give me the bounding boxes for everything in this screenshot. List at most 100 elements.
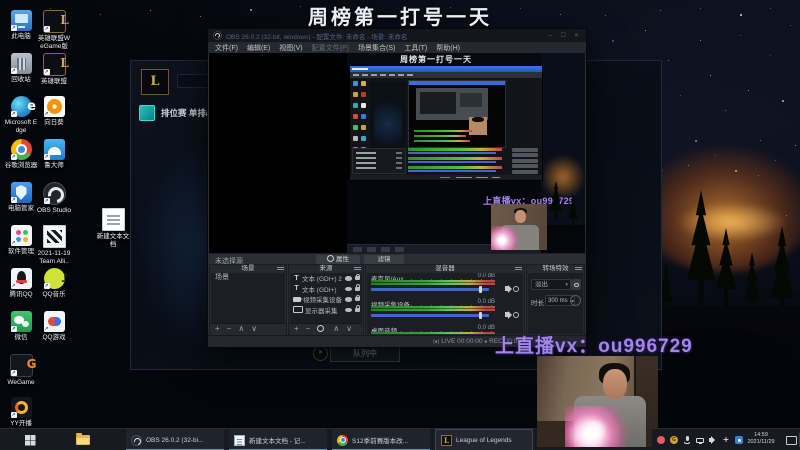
text-source-icon: T: [294, 285, 299, 293]
desktop-icon-yy[interactable]: ↗ YY开播: [4, 397, 38, 428]
scene-row[interactable]: 场景: [211, 273, 285, 283]
obs-menu-item-2[interactable]: 视图(V): [279, 43, 302, 53]
desktop-icon-text-file[interactable]: 新建文本文档: [96, 208, 130, 248]
mixer-dock: 混音器 麦克风/Aux0.0 dB视频采集设备0.0 dB桌面音频0.0 dB: [365, 264, 525, 336]
add-source-button[interactable]: +: [294, 324, 299, 334]
gear-icon[interactable]: [513, 311, 519, 318]
desktop-icon-pc-manager[interactable]: ↗ 电脑管家: [4, 182, 38, 213]
sources-dock-title: 来源: [319, 265, 333, 272]
dock-menu-icon[interactable]: [575, 267, 582, 271]
obs-titlebar[interactable]: OBS 26.0.2 (32-bit, windows) - 配置文件: 未命名…: [208, 29, 586, 42]
display-source-icon: [293, 306, 303, 314]
desktop-icon-ludashi[interactable]: ↗ 鲁大师: [37, 139, 71, 170]
close-icon[interactable]: ✕: [572, 32, 581, 39]
speaker-tray-icon[interactable]: [709, 436, 717, 444]
minimize-icon[interactable]: ─: [546, 33, 554, 39]
obs-menu-item-1[interactable]: 编辑(E): [247, 43, 270, 53]
lock-icon[interactable]: [355, 273, 360, 281]
obs-menu-item-4[interactable]: 场景集合(S): [358, 43, 395, 53]
add-scene-button[interactable]: +: [215, 324, 220, 334]
nested-obs-body: [350, 78, 542, 180]
slider-handle[interactable]: [479, 311, 482, 319]
desktop-icon-sunflower[interactable]: ↗ 向日葵: [37, 96, 71, 127]
obs-menu-item-5[interactable]: 工具(T): [404, 43, 427, 53]
visibility-eye-icon[interactable]: [345, 307, 352, 312]
video-file-icon: [42, 225, 66, 248]
taskbar-task-lol[interactable]: League of Legends: [435, 429, 533, 450]
visibility-eye-icon[interactable]: [345, 286, 352, 291]
taskbar-task-obs[interactable]: OBS 26.0.2 (32-bi...: [126, 429, 224, 450]
desktop-icon-wechat[interactable]: ↗ 微信: [4, 311, 38, 342]
remove-scene-button[interactable]: −: [227, 324, 232, 334]
desktop-icon-chrome[interactable]: ↗ 谷歌浏览器: [4, 139, 38, 170]
transition-select[interactable]: 淡出: [531, 279, 571, 290]
source-row[interactable]: 显示器采集: [290, 305, 362, 316]
volume-slider[interactable]: [371, 314, 489, 317]
maximize-icon[interactable]: ☐: [559, 32, 568, 39]
queue-cancel-icon[interactable]: ✕: [313, 346, 328, 361]
obs-menu-item-0[interactable]: 文件(F): [215, 43, 238, 53]
nested-mixer: [408, 148, 508, 174]
clock-date: 2021/11/29: [747, 439, 775, 445]
dock-menu-icon[interactable]: [354, 267, 361, 271]
scene-down-button[interactable]: ∨: [251, 324, 257, 334]
taskbar-clock[interactable]: 14:59 2021/11/29: [738, 432, 784, 446]
monitor-tray-icon[interactable]: [696, 437, 704, 444]
source-down-button[interactable]: ∨: [346, 324, 352, 334]
start-button[interactable]: [14, 429, 48, 450]
slider-handle[interactable]: [479, 285, 482, 293]
source-properties-button[interactable]: [317, 324, 326, 334]
volume-slider[interactable]: [371, 288, 489, 291]
sources-list: T 文本 (GDI+) 2 T 文本 (GDI+) 视频采集设备 显示器采集: [290, 273, 362, 324]
dock-menu-icon[interactable]: [515, 267, 522, 271]
mic-tray-icon[interactable]: [683, 436, 691, 444]
speaker-icon[interactable]: [505, 310, 512, 319]
desktop-icon-label: WeGame: [7, 379, 35, 386]
properties-button[interactable]: 属性: [316, 255, 360, 264]
desktop-icon-label: 软件管理: [8, 248, 34, 255]
obs-menu-item-6[interactable]: 帮助(H): [436, 43, 460, 53]
desktop-icon-label: 电脑管家: [8, 205, 34, 212]
desktop-icon-edge[interactable]: ↗ Microsoft Edge: [4, 96, 42, 134]
speaker-icon[interactable]: [505, 284, 512, 293]
visibility-eye-icon[interactable]: [345, 276, 352, 281]
lock-icon[interactable]: [355, 305, 360, 312]
source-row[interactable]: T 文本 (GDI+): [290, 284, 362, 295]
desktop-icon-video-file[interactable]: 2021-11-19 Team Alli..: [37, 225, 71, 265]
visibility-eye-icon[interactable]: [345, 297, 352, 302]
text-file-icon: [101, 208, 125, 231]
desktop-icon-qq[interactable]: ↗ 腾讯QQ: [4, 268, 38, 299]
plus-tray-icon[interactable]: [722, 436, 730, 444]
desktop-icon-qq-game[interactable]: ↗ QQ游戏: [37, 311, 71, 342]
source-up-button[interactable]: ∧: [333, 324, 339, 334]
remove-source-button[interactable]: −: [306, 324, 311, 334]
taskbar-task-chrome[interactable]: S12季前赛版本改...: [332, 429, 430, 450]
transition-gear-icon[interactable]: [571, 279, 581, 290]
desktop-icon-obs[interactable]: ↗ OBS Studio: [37, 182, 71, 215]
gold-g-tray-icon[interactable]: [670, 436, 678, 444]
lock-icon[interactable]: [355, 294, 360, 302]
desktop-icon-lol[interactable]: ↗ 英雄联盟: [37, 53, 75, 86]
file-explorer-button[interactable]: [68, 429, 98, 450]
obs-preview-canvas[interactable]: 周榜第一打号一天 上直播vx：ou996729: [209, 53, 585, 253]
dock-menu-icon[interactable]: [277, 267, 284, 271]
taskbar-task-notepad[interactable]: 新建文本文档 - 记...: [229, 429, 327, 450]
desktop-icon-label: 腾讯QQ: [9, 291, 33, 298]
desktop-icon-wegame[interactable]: ↗ WeGame: [4, 354, 42, 387]
desktop-icon-recycle-bin[interactable]: ↗ 回收站: [4, 53, 38, 84]
scene-up-button[interactable]: ∧: [238, 324, 244, 334]
gear-icon[interactable]: [513, 285, 519, 292]
duration-reset-icon[interactable]: [570, 295, 581, 306]
desktop-icon-qq-music[interactable]: ↗ QQ音乐: [37, 268, 75, 299]
shortcut-arrow-icon: ↗: [10, 240, 17, 246]
filters-button[interactable]: 滤镜: [364, 255, 404, 264]
mixer-dock-title: 混音器: [435, 265, 455, 272]
red-dot-tray-icon[interactable]: [657, 436, 665, 444]
desktop-icon-software-manager[interactable]: ↗ 软件管理: [4, 225, 38, 256]
chrome-icon: [337, 434, 348, 446]
source-row[interactable]: 视频采集设备: [290, 294, 362, 305]
obs-menu-item-3[interactable]: 配置文件(P): [312, 43, 349, 53]
action-center-icon[interactable]: [786, 436, 797, 445]
lock-icon[interactable]: [355, 284, 360, 291]
source-row[interactable]: T 文本 (GDI+) 2: [290, 273, 362, 284]
